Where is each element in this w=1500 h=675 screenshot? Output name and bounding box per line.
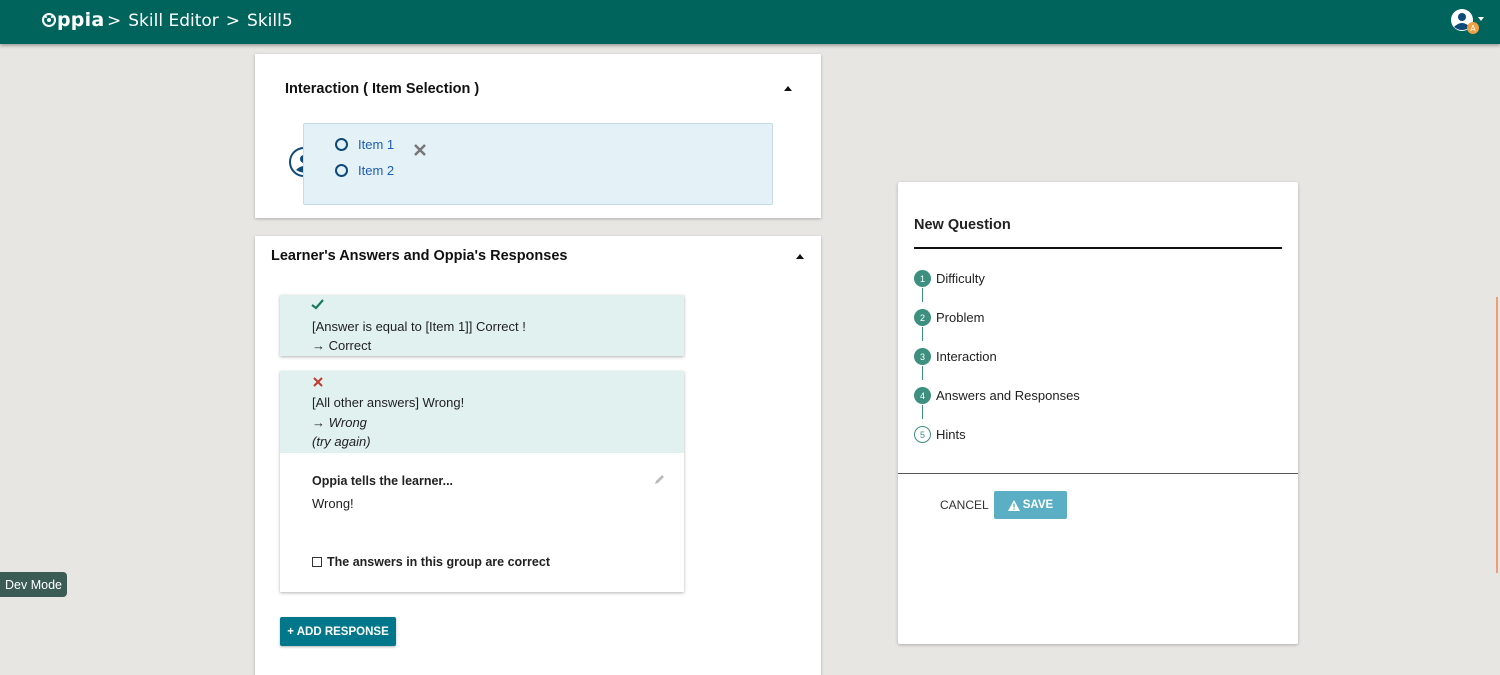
new-question-panel: New Question 1 Difficulty 2 Problem 3 In… <box>898 182 1298 644</box>
breadcrumb-separator: > <box>225 11 241 31</box>
svg-text:A: A <box>1470 24 1476 33</box>
step-number: 3 <box>914 348 931 365</box>
step-connector <box>922 288 923 302</box>
collapse-caret-icon[interactable] <box>796 254 804 259</box>
answer-group-default[interactable]: [All other answers] Wrong! → Wrong (try … <box>280 371 684 592</box>
step-label: Hints <box>936 427 966 442</box>
step-number: 1 <box>914 270 931 287</box>
breadcrumb-skill-editor[interactable]: Skill Editor <box>128 11 219 31</box>
radio-icon[interactable] <box>335 164 348 177</box>
breadcrumb-separator: > <box>107 11 122 31</box>
interaction-card: Interaction ( Item Selection ) Item 1 It… <box>255 54 821 218</box>
check-icon <box>311 299 324 310</box>
save-button[interactable]: SAVE <box>994 491 1067 519</box>
feedback-label: Oppia tells the learner... <box>312 474 454 488</box>
answer-outcome: → Correct <box>312 338 372 353</box>
step-label: Problem <box>936 310 985 325</box>
checkbox-label: The answers in this group are correct <box>327 555 550 569</box>
step-label: Interaction <box>936 349 997 364</box>
step-connector <box>922 327 923 341</box>
answer-rule: [All other answers] Wrong! <box>312 395 465 410</box>
save-label: SAVE <box>1022 499 1054 511</box>
top-navbar: ppia > Skill Editor > Skill5 A <box>0 0 1500 44</box>
answers-responses-card: Learner's Answers and Oppia's Responses … <box>255 236 821 675</box>
breadcrumb: > Skill Editor > Skill5 <box>107 11 293 31</box>
add-response-button[interactable]: + ADD RESPONSE <box>280 617 396 646</box>
logo-text: ppia <box>57 9 105 31</box>
step-number: 2 <box>914 309 931 326</box>
close-icon[interactable] <box>412 142 428 163</box>
step-difficulty[interactable]: 1 Difficulty <box>914 270 985 287</box>
breadcrumb-skill-name[interactable]: Skill5 <box>247 11 293 31</box>
collapse-caret-icon[interactable] <box>784 86 792 91</box>
interaction-card-title: Interaction ( Item Selection ) <box>285 81 480 97</box>
divider <box>914 247 1282 249</box>
radio-icon[interactable] <box>335 138 348 151</box>
answers-card-title: Learner's Answers and Oppia's Responses <box>271 248 568 264</box>
dev-mode-badge: Dev Mode <box>0 572 67 597</box>
feedback-text: Wrong! <box>312 496 354 511</box>
correct-checkbox[interactable] <box>312 557 322 567</box>
step-hints[interactable]: 5 Hints <box>914 426 966 443</box>
item-choice-2[interactable]: Item 2 <box>335 163 394 178</box>
step-answers-responses[interactable]: 4 Answers and Responses <box>914 387 1080 404</box>
step-interaction[interactable]: 3 Interaction <box>914 348 997 365</box>
step-connector <box>922 405 923 419</box>
user-profile-menu[interactable]: A <box>1449 7 1489 37</box>
correct-answers-checkbox-row[interactable]: The answers in this group are correct <box>312 555 550 569</box>
answer-rule: [Answer is equal to [Item 1]] Correct ! <box>312 319 526 334</box>
step-label: Difficulty <box>936 271 985 286</box>
wrong-x-icon <box>313 377 323 387</box>
scroll-indicator <box>1496 297 1498 573</box>
avatar-icon: A <box>1451 9 1484 34</box>
oppia-logo[interactable]: ppia <box>42 9 104 31</box>
item-choice-1[interactable]: Item 1 <box>335 137 394 152</box>
step-number: 4 <box>914 387 931 404</box>
item-label: Item 1 <box>358 137 395 152</box>
item-label: Item 2 <box>358 163 395 178</box>
answer-outcome: → Wrong <box>312 415 367 430</box>
step-label: Answers and Responses <box>936 388 1080 403</box>
new-question-title: New Question <box>914 217 1011 233</box>
edit-pencil-icon[interactable] <box>654 474 665 485</box>
answer-note: (try again) <box>312 434 371 449</box>
cancel-button[interactable]: CANCEL <box>940 498 989 512</box>
step-connector <box>922 366 923 380</box>
warning-icon <box>1007 499 1020 511</box>
divider <box>898 473 1298 474</box>
oppia-logo-icon <box>42 13 56 27</box>
answer-group-correct[interactable]: [Answer is equal to [Item 1]] Correct ! … <box>280 295 684 356</box>
step-number: 5 <box>914 426 931 443</box>
step-problem[interactable]: 2 Problem <box>914 309 984 326</box>
